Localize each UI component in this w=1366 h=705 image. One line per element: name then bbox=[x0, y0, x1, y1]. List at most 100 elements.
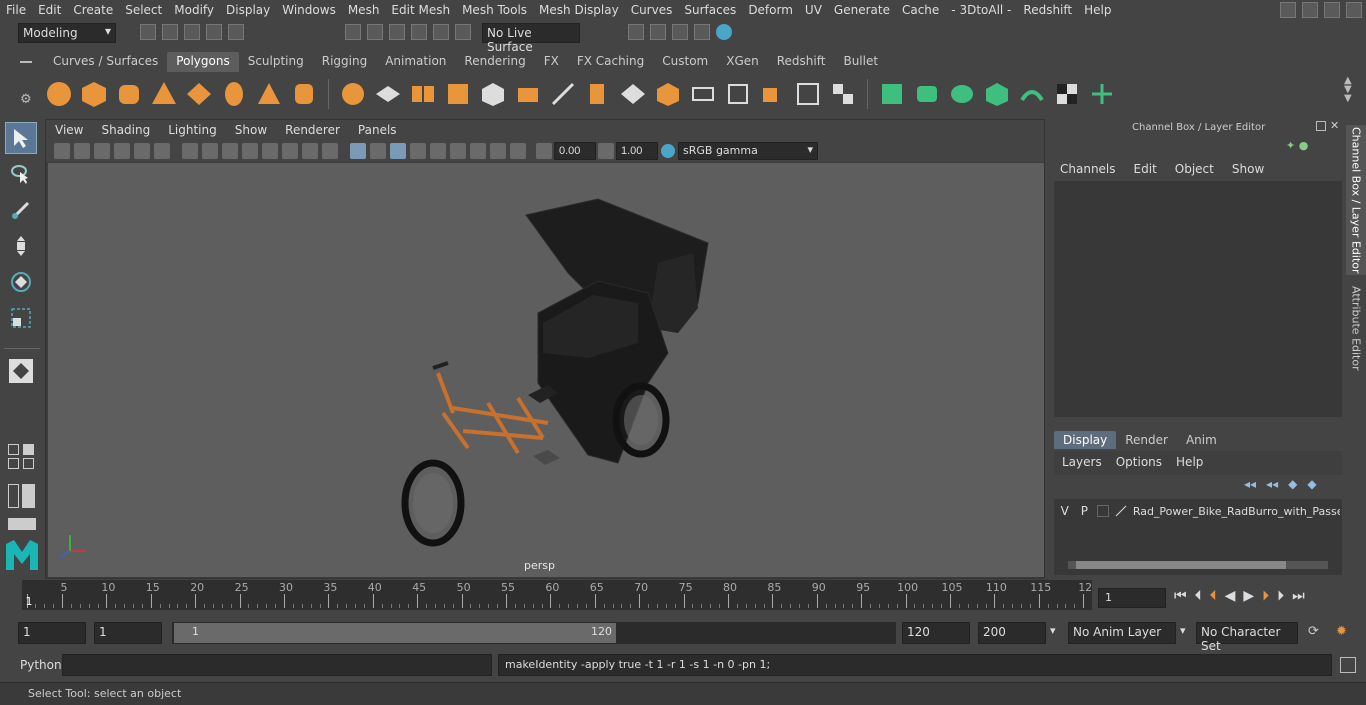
move-layer-up-icon[interactable]: ◂◂ bbox=[1244, 477, 1256, 491]
menu-generate[interactable]: Generate bbox=[828, 3, 896, 17]
exposure-icon[interactable] bbox=[536, 143, 552, 159]
render-frame-icon[interactable] bbox=[650, 24, 666, 40]
layer-scrollbar[interactable] bbox=[1068, 561, 1328, 569]
new-layer-selected-icon[interactable]: ◆ bbox=[1307, 477, 1316, 491]
snap-grid-icon[interactable] bbox=[345, 24, 361, 40]
tab-redshift[interactable]: Redshift bbox=[768, 52, 835, 72]
play-forward-icon[interactable]: ▶ bbox=[1243, 588, 1254, 604]
layer-type-toggle[interactable] bbox=[1097, 505, 1109, 517]
paint-select-icon[interactable] bbox=[5, 194, 37, 226]
undo-icon[interactable] bbox=[206, 24, 222, 40]
bevel-icon[interactable] bbox=[653, 79, 683, 109]
tab-curves-surfaces[interactable]: Curves / Surfaces bbox=[44, 52, 167, 72]
end-frame-field[interactable]: 200 bbox=[978, 622, 1046, 644]
uv-unfold-icon[interactable] bbox=[1017, 79, 1047, 109]
smooth-icon[interactable] bbox=[443, 79, 473, 109]
image-plane-icon[interactable] bbox=[114, 143, 130, 159]
tab-channel-box-layer-editor[interactable]: Channel Box / Layer Editor bbox=[1346, 125, 1366, 275]
panel-menu-renderer[interactable]: Renderer bbox=[276, 123, 349, 137]
tab-rigging[interactable]: Rigging bbox=[313, 52, 376, 72]
play-backward-icon[interactable]: ◀ bbox=[1225, 588, 1236, 604]
panel-menu-view[interactable]: View bbox=[46, 123, 92, 137]
float-icon[interactable] bbox=[1316, 121, 1326, 131]
menu-mesh-tools[interactable]: Mesh Tools bbox=[456, 3, 533, 17]
menu-mesh-display[interactable]: Mesh Display bbox=[533, 3, 625, 17]
tab-fx-caching[interactable]: FX Caching bbox=[568, 52, 653, 72]
colorspace-dropdown[interactable]: sRGB gamma ▾ bbox=[678, 142, 818, 160]
grid-toggle-icon[interactable] bbox=[134, 143, 150, 159]
anim-preferences-icon[interactable]: ✹ bbox=[1336, 624, 1347, 639]
single-view-layout-icon[interactable] bbox=[5, 355, 37, 387]
tab-render[interactable]: Render bbox=[1116, 431, 1177, 449]
insert-edgeloop-icon[interactable] bbox=[583, 79, 613, 109]
fill-hole-icon[interactable] bbox=[688, 79, 718, 109]
ipr-render-icon[interactable] bbox=[672, 24, 688, 40]
uv-editor-icon[interactable] bbox=[1087, 79, 1117, 109]
layer-color-icon[interactable] bbox=[1115, 505, 1127, 517]
viewport-3d[interactable]: persp bbox=[48, 163, 1044, 577]
outliner-layout-icon[interactable] bbox=[8, 484, 35, 508]
toolsettings-icon[interactable] bbox=[1346, 2, 1362, 18]
hud-icon[interactable] bbox=[490, 143, 506, 159]
go-to-start-icon[interactable]: ⏮ bbox=[1174, 588, 1187, 604]
snap-curve-icon[interactable] bbox=[367, 24, 383, 40]
snap-point-icon[interactable] bbox=[389, 24, 405, 40]
redo-icon[interactable] bbox=[228, 24, 244, 40]
menu-redshift[interactable]: Redshift bbox=[1017, 3, 1078, 17]
poly-torus-icon[interactable] bbox=[219, 79, 249, 109]
ssao-icon[interactable] bbox=[470, 143, 486, 159]
textured-icon[interactable] bbox=[242, 143, 258, 159]
layer-menu-help[interactable]: Help bbox=[1176, 455, 1203, 469]
step-forward-key-icon[interactable]: ⏵ bbox=[1262, 588, 1269, 604]
move-layer-down-icon[interactable]: ◂◂ bbox=[1266, 477, 1278, 491]
step-back-key-icon[interactable]: ⏴ bbox=[1195, 588, 1202, 604]
menu-edit[interactable]: Edit bbox=[32, 3, 67, 17]
channel-list[interactable] bbox=[1054, 181, 1342, 417]
poly-cone-icon[interactable] bbox=[149, 79, 179, 109]
menu-cache[interactable]: Cache bbox=[896, 3, 945, 17]
menu-help[interactable]: Help bbox=[1078, 3, 1117, 17]
new-layer-icon[interactable]: ◆ bbox=[1288, 477, 1297, 491]
exposure-field[interactable] bbox=[554, 142, 596, 160]
isolate-select-icon[interactable] bbox=[390, 143, 406, 159]
shadows-icon[interactable] bbox=[282, 143, 298, 159]
four-view-layout-icon[interactable] bbox=[8, 444, 35, 469]
shelf-settings-icon[interactable]: ⚙ bbox=[20, 92, 32, 107]
uv-spherical-icon[interactable] bbox=[947, 79, 977, 109]
color-management-icon[interactable] bbox=[661, 144, 675, 158]
save-scene-icon[interactable] bbox=[184, 24, 200, 40]
range-track[interactable]: 1 120 bbox=[172, 622, 896, 644]
dof-icon[interactable] bbox=[450, 143, 466, 159]
close-icon[interactable]: ✕ bbox=[1330, 120, 1339, 131]
panel-menu-lighting[interactable]: Lighting bbox=[159, 123, 226, 137]
smooth-shade-icon[interactable] bbox=[202, 143, 218, 159]
layer-visibility-toggle[interactable]: V bbox=[1058, 504, 1072, 518]
lasso-tool-icon[interactable] bbox=[5, 158, 37, 190]
poly-plane-icon[interactable] bbox=[184, 79, 214, 109]
extrude-icon[interactable] bbox=[478, 79, 508, 109]
menu-uv[interactable]: UV bbox=[799, 3, 828, 17]
script-editor-icon[interactable] bbox=[1340, 657, 1356, 673]
poly-pipe-icon[interactable] bbox=[289, 79, 319, 109]
redshift-icon[interactable] bbox=[716, 24, 732, 40]
hypershade-icon[interactable] bbox=[694, 24, 710, 40]
shelf-scroll-icon[interactable]: ▲ ▼ ▼ bbox=[1344, 76, 1352, 104]
chevron-down-icon[interactable]: ▾ bbox=[1180, 624, 1186, 637]
go-to-end-icon[interactable]: ⏭ bbox=[1292, 588, 1305, 604]
anim-layer-dropdown[interactable]: No Anim Layer bbox=[1068, 622, 1176, 644]
combine-icon[interactable] bbox=[338, 79, 368, 109]
range-handle[interactable]: 1 120 bbox=[174, 623, 616, 643]
uv-cylindrical-icon[interactable] bbox=[912, 79, 942, 109]
uv-planar-icon[interactable] bbox=[877, 79, 907, 109]
target-weld-icon[interactable] bbox=[758, 79, 788, 109]
poly-pyramid-icon[interactable] bbox=[254, 79, 284, 109]
command-input[interactable] bbox=[62, 654, 492, 676]
tab-custom[interactable]: Custom bbox=[653, 52, 717, 72]
menu-curves[interactable]: Curves bbox=[625, 3, 679, 17]
menu-edit-mesh[interactable]: Edit Mesh bbox=[385, 3, 456, 17]
live-surface-field[interactable]: No Live Surface bbox=[482, 23, 580, 54]
auto-key-icon[interactable]: ⟳ bbox=[1308, 624, 1319, 639]
channel-menu-edit[interactable]: Edit bbox=[1134, 162, 1157, 176]
multicut-icon[interactable] bbox=[548, 79, 578, 109]
antialias-icon[interactable] bbox=[430, 143, 446, 159]
